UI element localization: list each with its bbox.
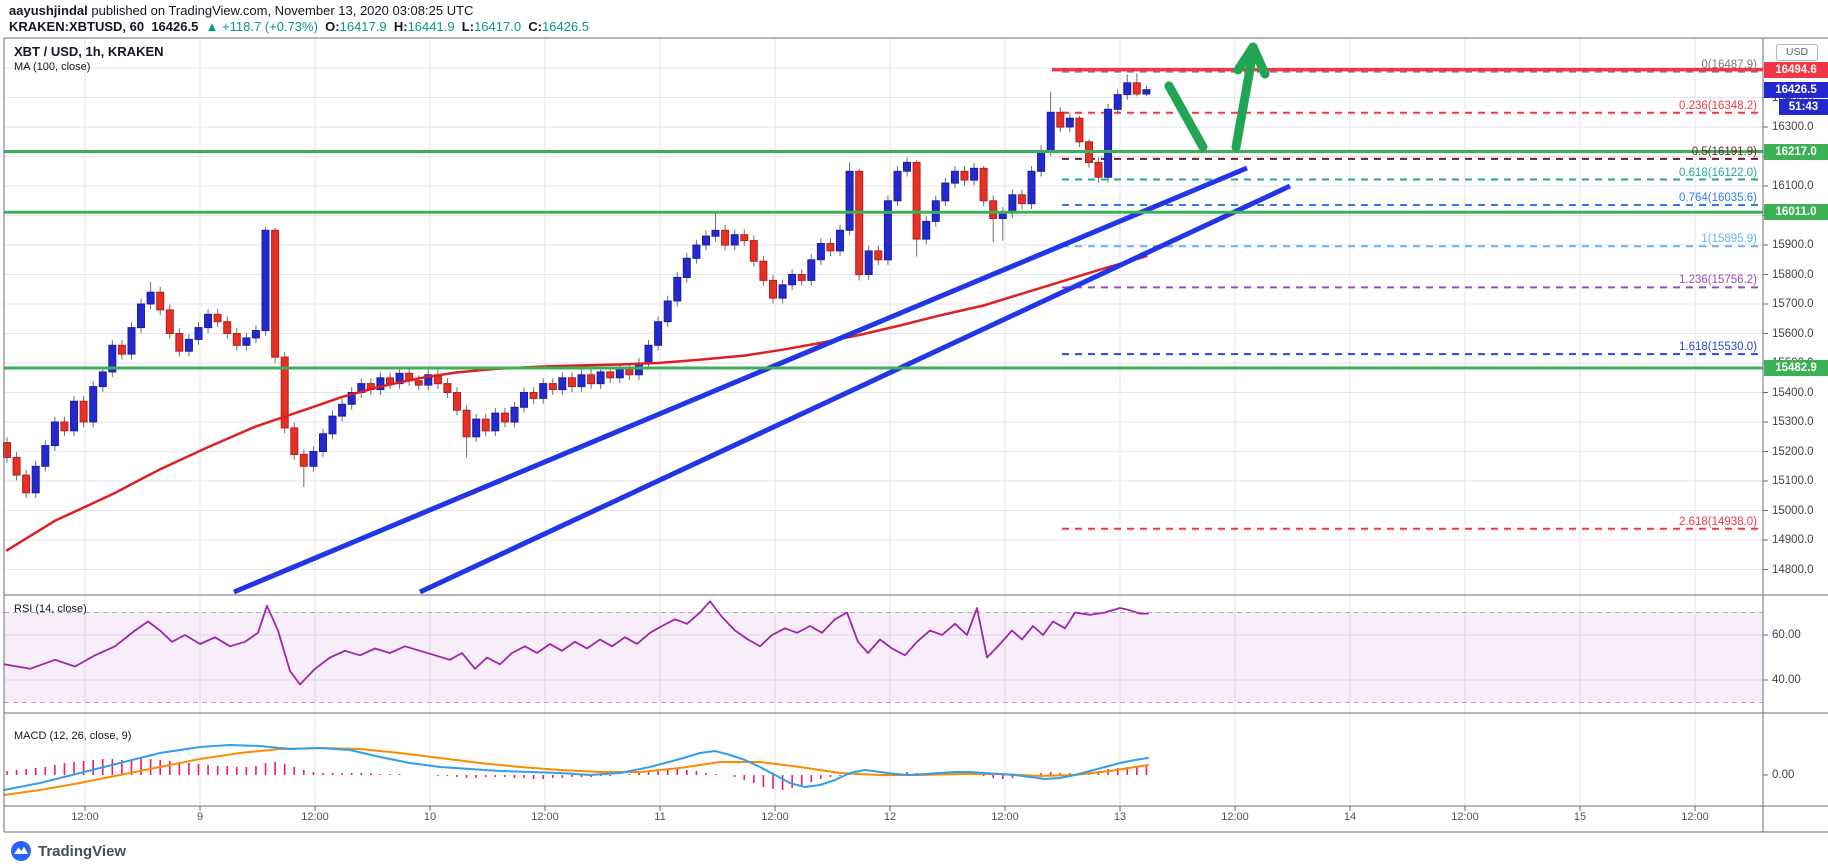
fib-level-label: 0.236(16348.2) bbox=[1679, 100, 1757, 112]
price-tick-label: 15800.0 bbox=[1772, 269, 1814, 281]
countdown-badge: 51:43 bbox=[1779, 99, 1828, 115]
time-axis-label: 11 bbox=[654, 811, 665, 823]
price-tick-label: 14900.0 bbox=[1772, 534, 1814, 546]
fib-level-label: 0(16487.9) bbox=[1701, 59, 1757, 71]
macd-tick-label: 0.00 bbox=[1772, 769, 1794, 781]
price-tick-label: 15900.0 bbox=[1772, 239, 1814, 251]
chart-legend-title: XBT / USD, 1h, KRAKEN bbox=[14, 44, 164, 59]
time-axis-label: 12:00 bbox=[1451, 811, 1479, 823]
fib-level-label: 1.236(15756.2) bbox=[1679, 274, 1757, 286]
time-axis-label: 12 bbox=[884, 811, 896, 823]
fib-level-label: 2.618(14938.0) bbox=[1679, 516, 1757, 528]
fib-level-label: 0.5(16191.9) bbox=[1692, 146, 1757, 158]
price-tick-label: 15400.0 bbox=[1772, 387, 1814, 399]
tradingview-attribution[interactable]: TradingView bbox=[10, 840, 126, 862]
price-badge: 16494.6 bbox=[1764, 62, 1828, 78]
price-tick-label: 14800.0 bbox=[1772, 564, 1814, 576]
chart-plot[interactable] bbox=[0, 0, 1828, 868]
time-axis-label: 12:00 bbox=[1221, 811, 1249, 823]
price-tick-label: 15200.0 bbox=[1772, 446, 1814, 458]
macd-pane-label: MACD (12, 26, close, 9) bbox=[14, 730, 131, 742]
price-tick-label: 15600.0 bbox=[1772, 328, 1814, 340]
time-axis-label: 12:00 bbox=[991, 811, 1019, 823]
tradingview-snapshot: aayushjindal published on TradingView.co… bbox=[0, 0, 1828, 868]
time-axis-label: 12:00 bbox=[1681, 811, 1709, 823]
rsi-tick-label: 40.00 bbox=[1772, 674, 1801, 686]
price-tick-label: 16100.0 bbox=[1772, 180, 1814, 192]
time-axis-label: 12:00 bbox=[71, 811, 99, 823]
price-tick-label: 15700.0 bbox=[1772, 298, 1814, 310]
tradingview-logo-icon bbox=[10, 840, 32, 862]
time-axis-label: 15 bbox=[1574, 811, 1586, 823]
price-badge: 16217.0 bbox=[1764, 144, 1828, 160]
time-axis-label: 14 bbox=[1344, 811, 1356, 823]
fib-level-label: 1(15895.9) bbox=[1701, 233, 1757, 245]
rsi-pane-label: RSI (14, close) bbox=[14, 603, 87, 615]
price-badge: 15482.9 bbox=[1764, 360, 1828, 376]
price-tick-label: 15100.0 bbox=[1772, 475, 1814, 487]
price-tick-label: 15000.0 bbox=[1772, 505, 1814, 517]
time-axis-label: 12:00 bbox=[531, 811, 559, 823]
price-tick-label: 16300.0 bbox=[1772, 121, 1814, 133]
fib-level-label: 0.618(16122.0) bbox=[1679, 167, 1757, 179]
time-axis-label: 10 bbox=[424, 811, 436, 823]
fib-level-label: 0.764(16035.6) bbox=[1679, 192, 1757, 204]
currency-pill: USD bbox=[1776, 44, 1818, 61]
ma-legend: MA (100, close) bbox=[14, 61, 90, 73]
rsi-tick-label: 60.00 bbox=[1772, 629, 1801, 641]
time-axis-label: 13 bbox=[1114, 811, 1126, 823]
tradingview-logo-text: TradingView bbox=[38, 843, 126, 860]
time-axis-label: 12:00 bbox=[761, 811, 789, 823]
time-axis-label: 12:00 bbox=[301, 811, 329, 823]
fib-level-label: 1.618(15530.0) bbox=[1679, 341, 1757, 353]
price-badge: 16426.5 bbox=[1764, 82, 1828, 98]
time-axis-label: 9 bbox=[197, 811, 203, 823]
price-badge: 16011.0 bbox=[1764, 204, 1828, 220]
price-tick-label: 15300.0 bbox=[1772, 416, 1814, 428]
